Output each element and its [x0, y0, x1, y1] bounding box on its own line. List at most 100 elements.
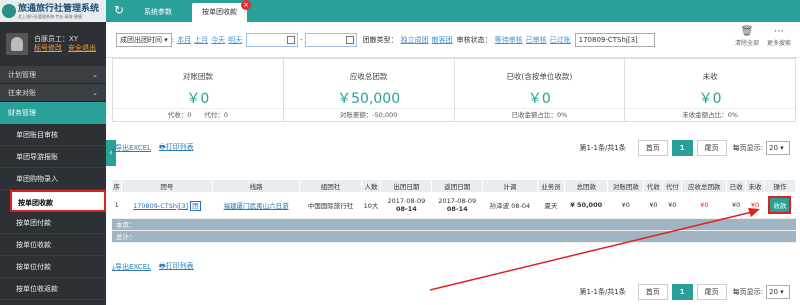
- col-header: 对账团款: [607, 180, 645, 192]
- receive-button[interactable]: 收款: [768, 195, 792, 214]
- date-separator: -: [300, 35, 303, 44]
- pager: 第1-1条/共1条 首页 1 尾页 每页显示: 20 ▾: [580, 284, 790, 300]
- refresh-icon[interactable]: ↻: [114, 3, 124, 17]
- sidebar-item-guide-report[interactable]: 单团导游报账: [0, 146, 106, 168]
- print-list-link[interactable]: 🖶打印列表: [159, 142, 194, 154]
- stat-value: ￥0: [527, 91, 551, 107]
- first-page-button[interactable]: 首页: [637, 284, 668, 300]
- sidebar-item-unit-receipt[interactable]: 按单位收款: [0, 234, 106, 256]
- tomorrow-link[interactable]: 明天: [228, 35, 242, 45]
- col-header: 已收: [726, 180, 747, 192]
- cell-planner: 孙泽波 08-04: [482, 192, 538, 219]
- cell-received: ¥0: [726, 192, 746, 219]
- cell-index: 1: [112, 192, 122, 219]
- cell-people: 10大: [361, 192, 381, 219]
- audit-approved-link[interactable]: 已审核: [526, 35, 547, 45]
- start-date-field[interactable]: [246, 32, 299, 47]
- cell-group-code: 170809-CTShj[3] 团: [121, 192, 213, 219]
- table-header-row: 序 团号 线路 组团社 人数 出团日期 返团日期 计调 业务员 总团款 对账团款…: [112, 180, 797, 192]
- page-size-value: 20: [769, 144, 778, 152]
- sidebar-item-audit[interactable]: 单团账目审核: [0, 124, 106, 146]
- sidebar-item-shopping[interactable]: 单团购物录入: [0, 168, 106, 190]
- col-header: 总团款: [564, 180, 609, 192]
- group-code-link[interactable]: 170809-CTShj[3]: [133, 202, 188, 210]
- clear-all-button[interactable]: 🗑 清除全部: [732, 26, 762, 47]
- stat-sub: 代收：0 代付：0: [113, 108, 283, 121]
- stat-receivable: 应收总团款 ￥50,000 对账差额：-50,000: [283, 59, 455, 121]
- print-list-link[interactable]: 🖶打印列表: [159, 261, 194, 273]
- current-page-button[interactable]: 1: [671, 140, 693, 156]
- export-label: 导出EXCEL: [115, 263, 152, 271]
- end-day: 08-14: [446, 204, 468, 213]
- col-header[interactable]: 出团日期: [380, 180, 433, 192]
- first-page-button[interactable]: 首页: [637, 140, 668, 156]
- cell-end-date: 2017-08-09 08-14: [431, 192, 483, 219]
- this-month-link[interactable]: 本月: [177, 35, 191, 45]
- more-search-button[interactable]: ⋯ 更多搜索: [764, 26, 794, 47]
- logout-link[interactable]: 安全退出: [68, 44, 96, 52]
- cell-total: ¥ 50,000: [564, 192, 608, 219]
- stat-reconciled: 对账团款 ￥0 代收：0 代付：0: [113, 59, 284, 121]
- export-excel-link[interactable]: ⤓导出EXCEL: [112, 143, 151, 153]
- col-header: 序: [112, 180, 122, 192]
- cell-route: 福建厦门武夷山六日游: [212, 192, 300, 219]
- tab-group-receipt[interactable]: 按单团收款 ×: [192, 0, 251, 22]
- end-date-field[interactable]: [304, 32, 357, 47]
- nav-plan[interactable]: 计划管理 ⌄: [0, 66, 106, 84]
- sidebar-item-unit-payment[interactable]: 按单位付款: [0, 256, 106, 278]
- bottom-toolbar: ⤓导出EXCEL 🖶打印列表: [112, 257, 790, 277]
- audit-posted-link[interactable]: 已过账: [550, 35, 571, 45]
- col-header: 组团社: [299, 180, 362, 192]
- clear-all-label: 清除全部: [734, 40, 759, 47]
- top-toolbar: ⤓导出EXCEL 🖶打印列表 第1-1条/共1条 首页 1 尾页 每页显示: 2…: [112, 138, 790, 158]
- tab-label: 按单团收款: [202, 8, 237, 16]
- edit-profile-link[interactable]: 标号修改: [34, 44, 62, 52]
- filter-bar: 成团出团时间 ▾ : 本月 上月 今天 明天 - 团散类型： 独立成团 散客团 …: [106, 22, 800, 58]
- audit-pending-link[interactable]: 等待审核: [495, 35, 523, 45]
- date-mode-select[interactable]: 成团出团时间 ▾: [116, 32, 172, 47]
- export-excel-link[interactable]: ⤓导出EXCEL: [112, 262, 151, 272]
- logo-title: 旅通旅行社管理系统: [18, 3, 100, 14]
- nav-travel-label: 往来对账: [8, 89, 36, 97]
- col-header: 业务员: [537, 180, 566, 192]
- last-month-link[interactable]: 上月: [194, 35, 208, 45]
- col-header: 线路: [212, 180, 301, 192]
- sidebar-item-group-payment[interactable]: 按单团付款: [0, 212, 106, 234]
- col-header: 代收: [643, 180, 664, 192]
- cell-due: ¥0: [681, 192, 727, 219]
- tab-system-params[interactable]: 系统参数: [134, 3, 182, 22]
- col-header[interactable]: 返团日期: [431, 180, 484, 192]
- close-icon[interactable]: ×: [241, 0, 251, 10]
- calendar-icon: [287, 35, 296, 44]
- stat-value: ￥0: [698, 91, 722, 107]
- nav-finance-label: 财务管理: [8, 109, 36, 117]
- stats-panel: 对账团款 ￥0 代收：0 代付：0 应收总团款 ￥50,000 对账差额：-50,000…: [112, 58, 796, 122]
- stat-label: 对账团款: [182, 72, 213, 81]
- bottom-pager-bar: 第1-1条/共1条 首页 1 尾页 每页显示: 20 ▾: [112, 282, 790, 302]
- col-header: 人数: [361, 180, 382, 192]
- cell-sales: 夏天: [537, 192, 565, 219]
- last-page-button[interactable]: 尾页: [696, 284, 727, 300]
- sidebar-item-group-receipt[interactable]: 按单团收款: [10, 190, 106, 212]
- type-fit-link[interactable]: 散客团: [432, 35, 453, 45]
- stat-value: ￥0: [186, 91, 210, 107]
- search-input[interactable]: 170809-CTShj[3]: [574, 32, 655, 47]
- current-page-button[interactable]: 1: [671, 284, 693, 300]
- route-link[interactable]: 福建厦门武夷山六日游: [224, 202, 289, 210]
- pager: 第1-1条/共1条 首页 1 尾页 每页显示: 20 ▾: [580, 140, 790, 156]
- today-link[interactable]: 今天: [211, 35, 225, 45]
- type-independent-link[interactable]: 独立成团: [401, 35, 429, 45]
- table-row: 1 170809-CTShj[3] 团 福建厦门武夷山六日游 中国国际旅行社 1…: [112, 192, 796, 219]
- audit-label: 审核状态：: [456, 35, 492, 44]
- sidebar-item-unit-refund[interactable]: 按单位收返款: [0, 278, 106, 300]
- page-size-select[interactable]: 20 ▾: [766, 141, 790, 155]
- page-size-select[interactable]: 20 ▾: [766, 285, 790, 299]
- col-header: 未收: [745, 180, 765, 192]
- page-info: 第1-1条/共1条: [579, 288, 626, 296]
- more-icon: ⋯: [774, 26, 784, 37]
- nav-travel[interactable]: 往来对账 ⌄: [0, 84, 106, 102]
- nav-finance[interactable]: 财务管理: [0, 102, 106, 124]
- total-row: 总计：: [112, 230, 796, 243]
- chevron-down-icon: ⌄: [92, 89, 98, 97]
- last-page-button[interactable]: 尾页: [696, 140, 727, 156]
